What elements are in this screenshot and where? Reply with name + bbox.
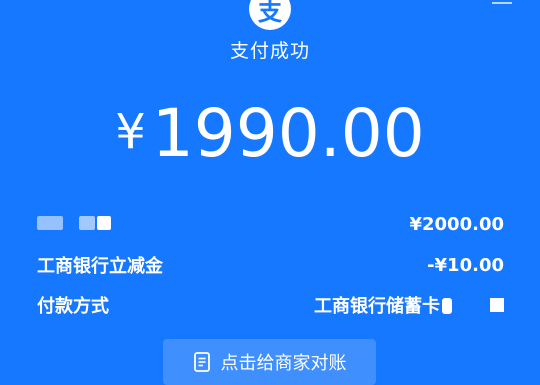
redacted-block bbox=[442, 298, 452, 314]
detail-label: 付款方式 bbox=[37, 296, 109, 317]
redacted-block bbox=[97, 215, 111, 230]
detail-row-discount: 工商银行立减金 -¥10.00 bbox=[37, 252, 504, 278]
status-indicator-fragment bbox=[492, 0, 512, 4]
redacted-block bbox=[37, 215, 63, 230]
detail-value: -¥10.00 bbox=[427, 254, 504, 276]
amount-value: 1990.00 bbox=[151, 95, 425, 172]
redacted-block bbox=[79, 215, 95, 230]
detail-value: 工商银行储蓄卡 bbox=[314, 296, 440, 317]
document-icon bbox=[193, 352, 211, 372]
detail-row-original-amount: ¥2000.00 bbox=[37, 211, 504, 237]
payment-method-value: 工商银行储蓄卡 bbox=[314, 292, 504, 318]
detail-value: ¥2000.00 bbox=[409, 213, 504, 235]
detail-row-payment-method: 付款方式 工商银行储蓄卡 bbox=[37, 292, 504, 318]
currency-symbol: ¥ bbox=[115, 104, 146, 160]
reconcile-with-merchant-button[interactable]: 点击给商家对账 bbox=[163, 339, 376, 385]
detail-label: 工商银行立减金 bbox=[37, 256, 163, 277]
alipay-logo-icon: 支 bbox=[249, 0, 291, 30]
detail-label-redacted bbox=[37, 214, 111, 235]
payment-status-title: 支付成功 bbox=[229, 40, 310, 62]
payment-amount: ¥1990.00 bbox=[0, 92, 540, 174]
reconcile-button-label: 点击给商家对账 bbox=[220, 353, 347, 374]
redacted-block bbox=[490, 298, 504, 312]
